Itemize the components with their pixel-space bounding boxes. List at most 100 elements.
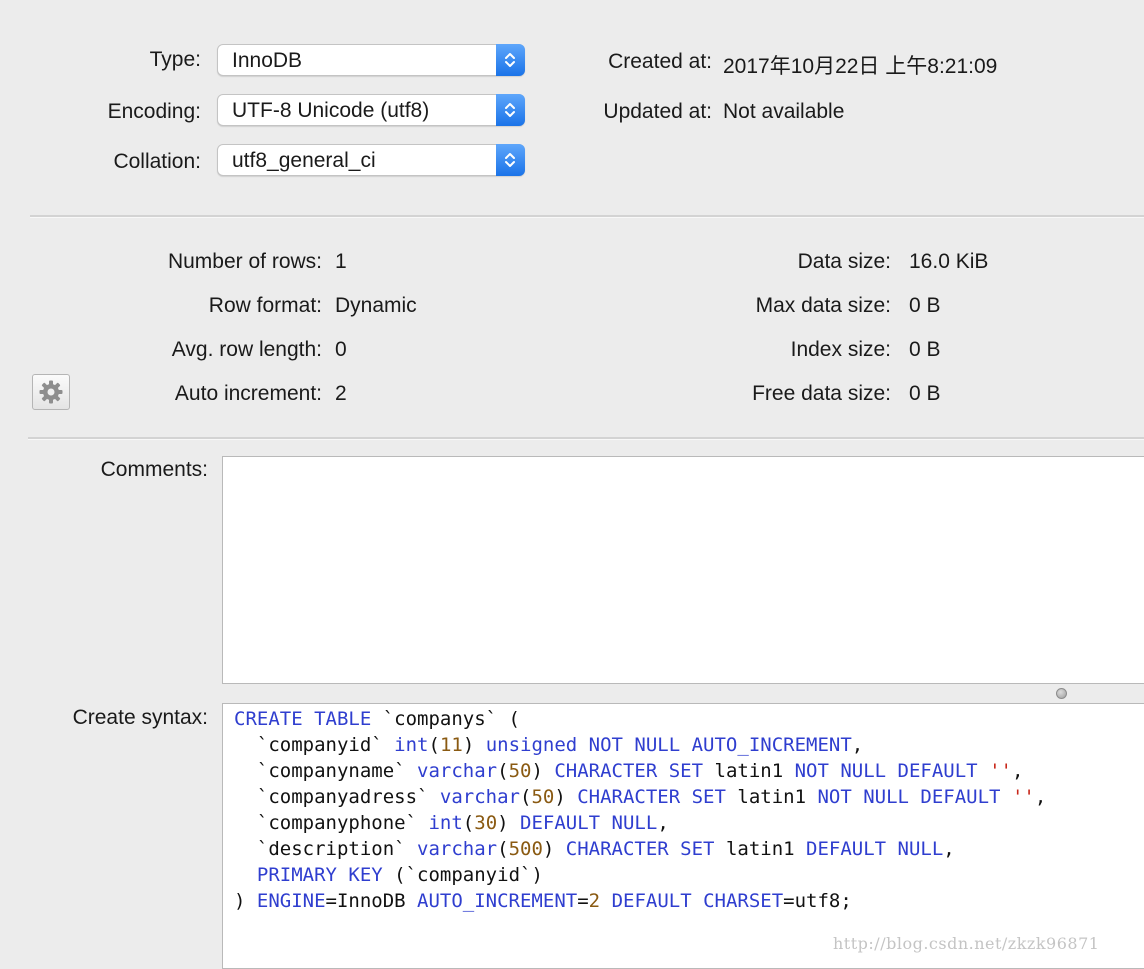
encoding-label: Encoding: xyxy=(107,100,201,123)
code-token: latin1 xyxy=(703,760,795,782)
code-token: ) xyxy=(542,838,566,860)
code-token: NOT NULL DEFAULT xyxy=(817,786,1001,808)
max-data-size-value: 0 B xyxy=(909,294,941,317)
code-token: (`companyid`) xyxy=(382,864,543,886)
code-token: = xyxy=(577,890,589,912)
encoding-select[interactable]: UTF-8 Unicode (utf8) xyxy=(217,94,525,126)
collation-label: Collation: xyxy=(113,150,201,173)
code-token: ( xyxy=(497,760,509,782)
code-token: ) xyxy=(462,734,486,756)
code-token: `companyid` xyxy=(234,734,395,756)
code-token: ( xyxy=(519,786,532,808)
row-format-label: Row format: xyxy=(208,294,322,317)
row-format-value: Dynamic xyxy=(335,294,417,317)
avg-row-length-label: Avg. row length: xyxy=(171,338,322,361)
code-token: varchar xyxy=(417,760,498,782)
code-token: CHARACTER SET xyxy=(565,838,715,860)
code-token: CHARACTER SET xyxy=(577,786,726,808)
data-size-label: Data size: xyxy=(797,250,891,273)
code-token: 50 xyxy=(531,786,555,808)
collation-select-value: utf8_general_ci xyxy=(232,149,376,172)
updated-at-label: Updated at: xyxy=(603,100,712,123)
code-token: , xyxy=(851,734,864,756)
code-token: ENGINE xyxy=(256,890,326,912)
code-token: 2 xyxy=(588,890,601,912)
up-down-chevron-icon xyxy=(496,94,525,126)
code-token: unsigned NOT NULL AUTO_INCREMENT xyxy=(485,734,852,756)
code-token: varchar xyxy=(439,786,520,808)
create-syntax-code: CREATE TABLE `companys` ( `companyid` in… xyxy=(234,706,1046,914)
code-token: int xyxy=(428,812,463,834)
code-token: 11 xyxy=(439,734,463,756)
code-token: DEFAULT NULL xyxy=(520,812,658,834)
created-at-value: 2017年10月22日 上午8:21:09 xyxy=(723,55,998,78)
code-token: PRIMARY KEY xyxy=(256,864,383,886)
create-syntax-label: Create syntax: xyxy=(72,706,208,729)
type-select[interactable]: InnoDB xyxy=(217,44,525,76)
rows-value: 1 xyxy=(335,250,347,273)
type-label: Type: xyxy=(149,48,201,71)
code-line: `description` varchar(500) CHARACTER SET… xyxy=(234,836,1046,862)
code-token: `companyname` xyxy=(234,760,418,782)
code-token: , xyxy=(1011,760,1024,782)
code-line: `companyid` int(11) unsigned NOT NULL AU… xyxy=(234,732,1046,758)
encoding-select-value: UTF-8 Unicode (utf8) xyxy=(232,99,430,122)
code-token: int xyxy=(394,734,429,756)
up-down-chevron-icon xyxy=(496,44,525,76)
updated-at-value: Not available xyxy=(723,100,845,123)
code-token: , xyxy=(1034,786,1047,808)
code-token: ( xyxy=(462,812,475,834)
code-token: `companyadress` xyxy=(234,786,440,808)
watermark: http://blog.csdn.net/zkzk96871 xyxy=(833,934,1100,953)
split-view-handle[interactable] xyxy=(1056,688,1067,699)
comments-textarea[interactable] xyxy=(222,456,1144,684)
collation-select[interactable]: utf8_general_ci xyxy=(217,144,525,176)
free-data-size-label: Free data size: xyxy=(752,382,891,405)
code-token: latin1 xyxy=(714,838,807,860)
index-size-value: 0 B xyxy=(909,338,941,361)
code-token: `description` xyxy=(234,838,418,860)
max-data-size-label: Max data size: xyxy=(755,294,891,317)
code-token: 50 xyxy=(508,760,532,782)
divider xyxy=(28,437,1144,440)
code-line: PRIMARY KEY (`companyid`) xyxy=(234,862,1046,888)
rows-label: Number of rows: xyxy=(167,250,322,273)
code-token: `companyphone` xyxy=(234,812,429,834)
code-token: DEFAULT CHARSET xyxy=(611,890,784,912)
type-select-value: InnoDB xyxy=(232,49,303,72)
code-token: =InnoDB xyxy=(325,890,418,912)
auto-increment-label: Auto increment: xyxy=(174,382,322,405)
comments-label: Comments: xyxy=(100,458,208,481)
index-size-label: Index size: xyxy=(790,338,891,361)
code-token: =utf8; xyxy=(783,890,852,912)
code-token: , xyxy=(943,838,955,860)
code-token: latin1 xyxy=(725,786,818,808)
code-line: ) ENGINE=InnoDB AUTO_INCREMENT=2 DEFAULT… xyxy=(234,888,1046,914)
free-data-size-value: 0 B xyxy=(909,382,941,405)
code-token: ) xyxy=(554,786,578,808)
code-token: ( xyxy=(497,838,509,860)
code-token: 500 xyxy=(508,838,543,860)
code-token: ) xyxy=(497,812,521,834)
code-line: `companyname` varchar(50) CHARACTER SET … xyxy=(234,758,1046,784)
code-token: AUTO_INCREMENT xyxy=(417,890,578,912)
code-token: '' xyxy=(1011,786,1035,808)
code-token: ( xyxy=(428,734,440,756)
code-token: CHARACTER SET xyxy=(554,760,704,782)
code-token: varchar xyxy=(417,838,498,860)
up-down-chevron-icon xyxy=(496,144,525,176)
divider xyxy=(30,215,1144,218)
code-token: ) xyxy=(234,890,257,912)
code-token: DEFAULT NULL xyxy=(806,838,944,860)
avg-row-length-value: 0 xyxy=(335,338,347,361)
settings-button[interactable] xyxy=(32,374,70,410)
code-token: CREATE TABLE xyxy=(234,708,372,730)
auto-increment-value: 2 xyxy=(335,382,347,405)
code-line: CREATE TABLE `companys` ( xyxy=(234,706,1046,732)
code-token: 30 xyxy=(474,812,498,834)
code-token: ) xyxy=(531,760,555,782)
